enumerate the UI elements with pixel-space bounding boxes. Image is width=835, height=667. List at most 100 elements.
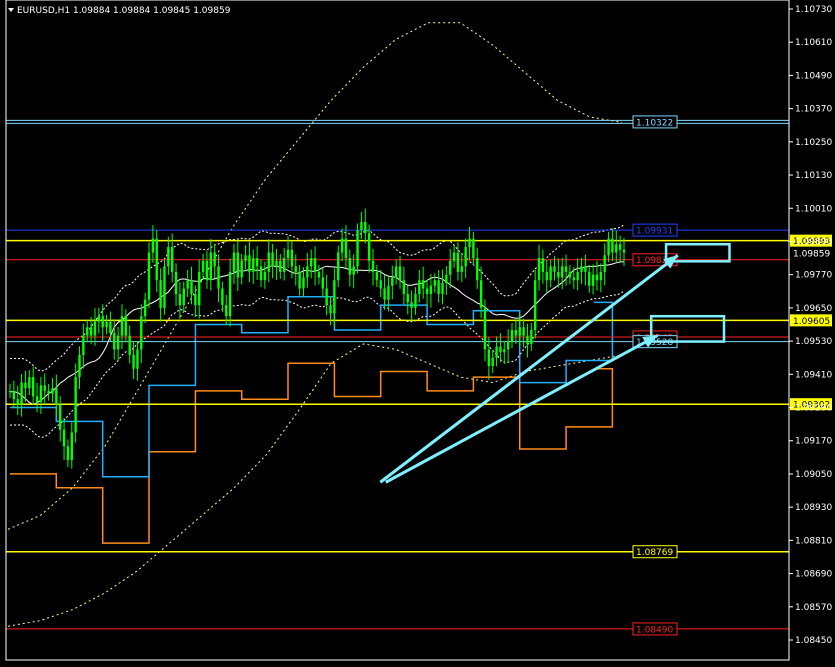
candle-body [344, 238, 348, 259]
candle-body [240, 260, 243, 278]
candle-body [93, 321, 97, 336]
candle-body [255, 258, 259, 267]
candle-body [394, 266, 398, 278]
candle-body [182, 288, 185, 306]
candle-body [228, 271, 232, 317]
y-tick-label: 1.09410 [795, 370, 832, 380]
candle-body [163, 266, 166, 308]
candle-body [290, 249, 294, 267]
candle-body [20, 382, 23, 405]
candle-body [622, 249, 626, 253]
candle-body [194, 294, 197, 306]
candle-body [120, 316, 124, 336]
candle-body [487, 349, 491, 367]
candle-body [35, 396, 39, 402]
candle-body [47, 390, 50, 394]
candle-body [306, 266, 309, 278]
candle-body [483, 307, 487, 350]
candle-body [317, 271, 321, 278]
candle-body [275, 260, 278, 267]
bollinger-lower-inner [9, 290, 625, 439]
candle-body [618, 244, 622, 250]
candle-body [406, 294, 409, 303]
candle-body [414, 294, 417, 308]
candle-body [603, 255, 606, 272]
candle-body [66, 446, 70, 461]
candle-body [522, 327, 525, 336]
candle-body [51, 388, 54, 394]
candle-body [225, 305, 228, 317]
candle-body [313, 258, 317, 272]
level-axis-label: 1.09605 [793, 317, 830, 327]
candle-body [159, 280, 162, 308]
candle-body [302, 277, 305, 289]
candle-body [252, 258, 255, 272]
candle-body [24, 382, 27, 389]
candle-body [418, 280, 421, 295]
candle-body [12, 390, 16, 400]
candle-body [8, 390, 12, 392]
level-label: 1.10322 [636, 118, 673, 128]
y-tick-label: 1.08450 [795, 636, 832, 646]
candle-body [607, 238, 610, 256]
y-tick-label: 1.09890 [795, 237, 832, 247]
y-tick-label: 1.08690 [795, 570, 832, 580]
levels-layer: 1.103221.099311.098931.098241.096051.095… [6, 115, 832, 636]
candle-body [591, 274, 595, 286]
candle-body [333, 280, 336, 314]
candle-body [167, 247, 170, 267]
candle-body [611, 238, 614, 253]
candle-body [74, 377, 77, 433]
candle-body [530, 330, 533, 344]
y-tick-label: 1.10370 [795, 105, 832, 115]
candle-body [31, 377, 35, 397]
candle-body [595, 274, 599, 281]
candle-body [360, 222, 363, 231]
candle-body [186, 280, 189, 289]
candle-body [201, 260, 205, 272]
candle-body [221, 288, 224, 306]
annotation-arrow [385, 334, 659, 484]
y-tick-label: 1.08570 [795, 603, 832, 613]
candle-body [503, 349, 506, 353]
candle-body [491, 357, 494, 367]
candle-body [209, 252, 213, 281]
trailing-stop-lower [10, 362, 614, 544]
candle-body [499, 346, 502, 353]
y-tick-label: 1.10010 [795, 204, 832, 214]
candle-body [348, 258, 352, 275]
y-tick-label: 1.09650 [795, 304, 832, 314]
y-tick-label: 1.08810 [795, 536, 832, 546]
candle-body [561, 266, 564, 278]
price-chart[interactable]: 1.10322 1.09931 1.09893 1.09824 1.09605 1.095… [0, 0, 835, 663]
candle-body [557, 271, 560, 278]
y-tick-label: 1.10490 [795, 71, 832, 81]
y-tick-label: 1.10250 [795, 138, 832, 148]
candle-body [576, 271, 579, 281]
candle-body [514, 330, 518, 336]
candle-body [425, 288, 429, 295]
candle-body [321, 277, 324, 289]
bollinger-lower-wide [7, 343, 623, 627]
candle-body [39, 385, 43, 402]
candle-body [59, 404, 62, 430]
y-tick-label: 1.09530 [795, 337, 832, 347]
candle-body [43, 385, 46, 391]
candle-body [298, 271, 301, 289]
candle-body [205, 260, 209, 281]
candle-body [109, 321, 112, 333]
candle-body [433, 280, 436, 286]
candle-body [533, 280, 537, 331]
chart-svg: 1.103221.099311.098931.098241.096051.095… [5, 0, 832, 661]
candle-body [28, 377, 31, 389]
candle-body [387, 285, 390, 300]
candle-body [340, 238, 344, 253]
candle-body [271, 252, 274, 267]
candle-body [178, 294, 182, 306]
candle-body [429, 285, 433, 295]
candle-body [572, 277, 575, 281]
y-tick-label: 1.09770 [795, 271, 832, 281]
candle-body [198, 271, 201, 306]
y-tick-label: 1.10730 [795, 5, 832, 15]
triangle-down-icon[interactable] [8, 8, 14, 12]
